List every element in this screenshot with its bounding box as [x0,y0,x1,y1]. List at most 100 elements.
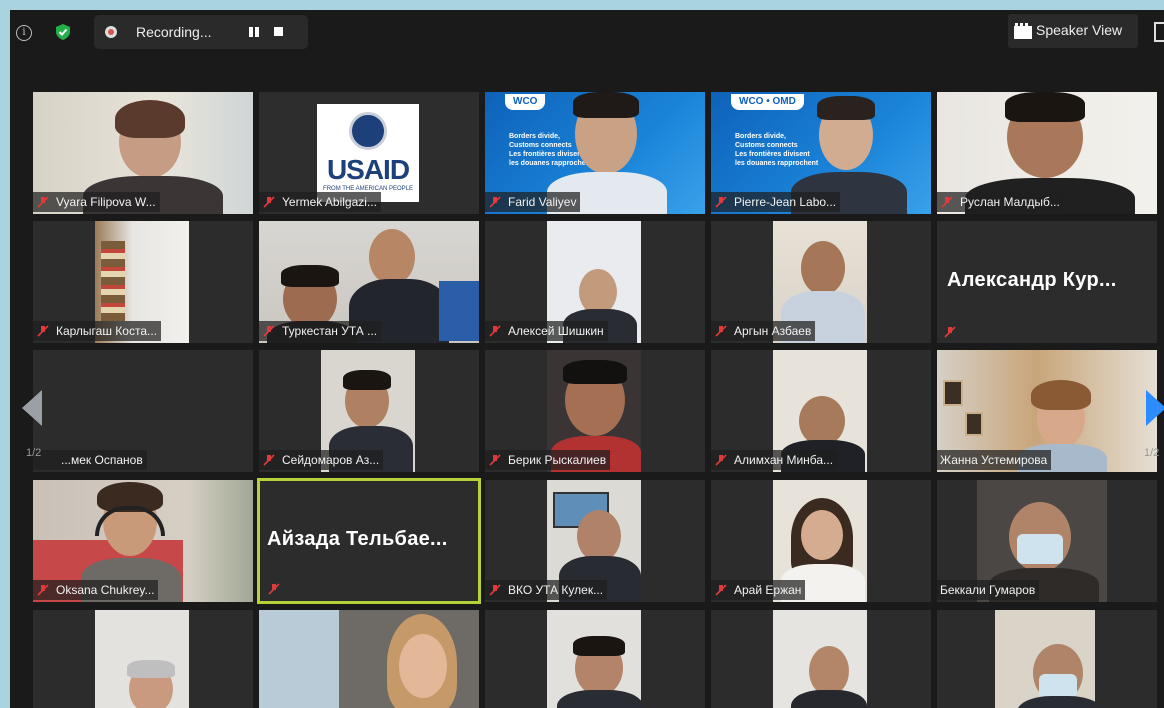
wco-logo: WCO [505,94,546,110]
participant-label: Карлыгаш Коста... [33,321,162,341]
participant-label: Алексей Шишкин [485,321,608,341]
recording-dot-icon [105,26,117,38]
participant-name: Сейдомаров Аз... [282,453,380,467]
participant-label: Pierre-Jean Labo... [711,192,841,212]
muted-mic-icon [489,196,501,208]
participant-label: Берик Рыскалиев [485,450,611,470]
info-icon[interactable]: i [16,25,32,41]
muted-mic-icon [715,454,727,466]
wco-tagline: Borders divide, Customs connects Les fro… [735,133,819,167]
video-tile[interactable]: WCO • OMD Borders divide, Customs connec… [711,92,931,214]
participant-name: Туркестан УТА ... [282,324,378,338]
participant-label: Vyara Filipova W... [33,192,160,212]
grid-view-icon [1014,23,1032,39]
muted-mic-icon [489,325,501,337]
participant-name: ВКО УТА Кулек... [508,583,604,597]
video-tile[interactable] [485,610,705,708]
participant-display-name: Айзада Тельбае... [267,528,448,550]
participant-name: Алимхан Минба... [734,453,834,467]
participant-label: Yermek Abilgazi... [259,192,381,212]
participant-display-name: Александр Кур... [947,269,1117,291]
participant-label: Руслан Малдыб... [937,192,1064,212]
participant-label: Беккали Гумаров [937,580,1040,600]
meeting-top-bar: i Recording... Speaker View [10,10,1164,54]
fullscreen-icon[interactable] [1154,22,1164,42]
pause-recording-button[interactable] [246,25,262,39]
muted-mic-icon [263,454,275,466]
participant-name: Yermek Abilgazi... [282,195,377,209]
page-indicator-left: 1/2 [26,447,42,459]
participant-name: Берик Рыскалиев [508,453,607,467]
next-page-arrow-icon[interactable] [1144,390,1164,426]
video-tile[interactable]: Алимхан Минба... [711,350,931,472]
muted-mic-icon [37,325,49,337]
participant-name: Арай Ержан [734,583,802,597]
video-tile[interactable]: Жанна Устемирова [937,350,1157,472]
participant-name: Жанна Устемирова [940,453,1048,467]
video-tile[interactable] [937,610,1157,708]
participant-name: Vyara Filipova W... [56,195,156,209]
participant-name: Беккали Гумаров [940,583,1036,597]
participant-name: Алексей Шишкин [508,324,604,338]
muted-mic-icon [715,584,727,596]
video-tile[interactable] [33,610,253,708]
video-tile[interactable]: Берик Рыскалиев [485,350,705,472]
muted-mic-icon [263,325,275,337]
participant-name: Карлыгаш Коста... [56,324,158,338]
video-tile[interactable]: Карлыгаш Коста... [33,221,253,343]
muted-mic-icon [489,454,501,466]
video-tile[interactable]: Аргын Азбаев [711,221,931,343]
recording-label: Recording... [136,24,212,40]
stop-recording-button[interactable] [274,27,283,36]
video-tile[interactable]: Беккали Гумаров [937,480,1157,602]
muted-mic-icon [37,584,49,596]
video-tile[interactable]: Руслан Малдыб... [937,92,1157,214]
speaker-view-label: Speaker View [1036,22,1123,38]
muted-mic-icon [715,325,727,337]
previous-page-arrow-icon[interactable] [22,390,44,426]
participant-label: Алимхан Минба... [711,450,838,470]
video-tile[interactable]: USAID FROM THE AMERICAN PEOPLE Yermek Ab… [259,92,479,214]
participant-name: Oksana Chukrey... [56,583,155,597]
participant-label: Туркестан УТА ... [259,321,382,341]
video-tile[interactable] [711,610,931,708]
video-tile[interactable]: Александр Кур... [937,221,1157,343]
video-tile[interactable]: Oksana Chukrey... [33,480,253,602]
active-speaker-tile[interactable]: Айзада Тельбае... [257,478,481,604]
muted-mic-icon [944,326,956,338]
participant-label: ...мек Оспанов [33,450,147,470]
muted-mic-icon [715,196,727,208]
muted-mic-icon [268,583,280,595]
participant-name: Pierre-Jean Labo... [734,195,837,209]
video-tile[interactable]: Сейдомаров Аз... [259,350,479,472]
muted-mic-icon [37,196,49,208]
participant-label: Сейдомаров Аз... [259,450,384,470]
speaker-view-button[interactable]: Speaker View [1008,14,1138,48]
video-tile[interactable]: ...мек Оспанов [33,350,253,472]
video-tile[interactable] [259,610,479,708]
participant-label: Жанна Устемирова [937,450,1052,470]
video-tile[interactable]: Арай Ержан [711,480,931,602]
video-tile[interactable]: ВКО УТА Кулек... [485,480,705,602]
participant-name: ...мек Оспанов [61,453,143,467]
page-indicator-right: 1/2 [1144,447,1160,459]
participant-name: Руслан Малдыб... [960,195,1060,209]
usaid-logo: USAID FROM THE AMERICAN PEOPLE [317,104,419,202]
wco-logo: WCO • OMD [731,94,804,110]
participant-name: Farid Valiyev [508,195,577,209]
video-tile[interactable]: Алексей Шишкин [485,221,705,343]
recording-indicator: Recording... [94,15,308,49]
muted-mic-icon [489,584,501,596]
participant-label: Farid Valiyev [485,192,581,212]
participant-name: Аргын Азбаев [734,324,812,338]
muted-mic-icon [263,196,275,208]
participant-label: ВКО УТА Кулек... [485,580,608,600]
video-tile[interactable]: Туркестан УТА ... [259,221,479,343]
muted-mic-icon [941,196,953,208]
participant-label: Аргын Азбаев [711,321,816,341]
encryption-shield-icon[interactable] [54,23,72,41]
video-tile[interactable]: WCO Borders divide, Customs connects Les… [485,92,705,214]
usaid-seal-icon [349,112,387,150]
participant-label: Арай Ержан [711,580,806,600]
video-tile[interactable]: Vyara Filipova W... [33,92,253,214]
